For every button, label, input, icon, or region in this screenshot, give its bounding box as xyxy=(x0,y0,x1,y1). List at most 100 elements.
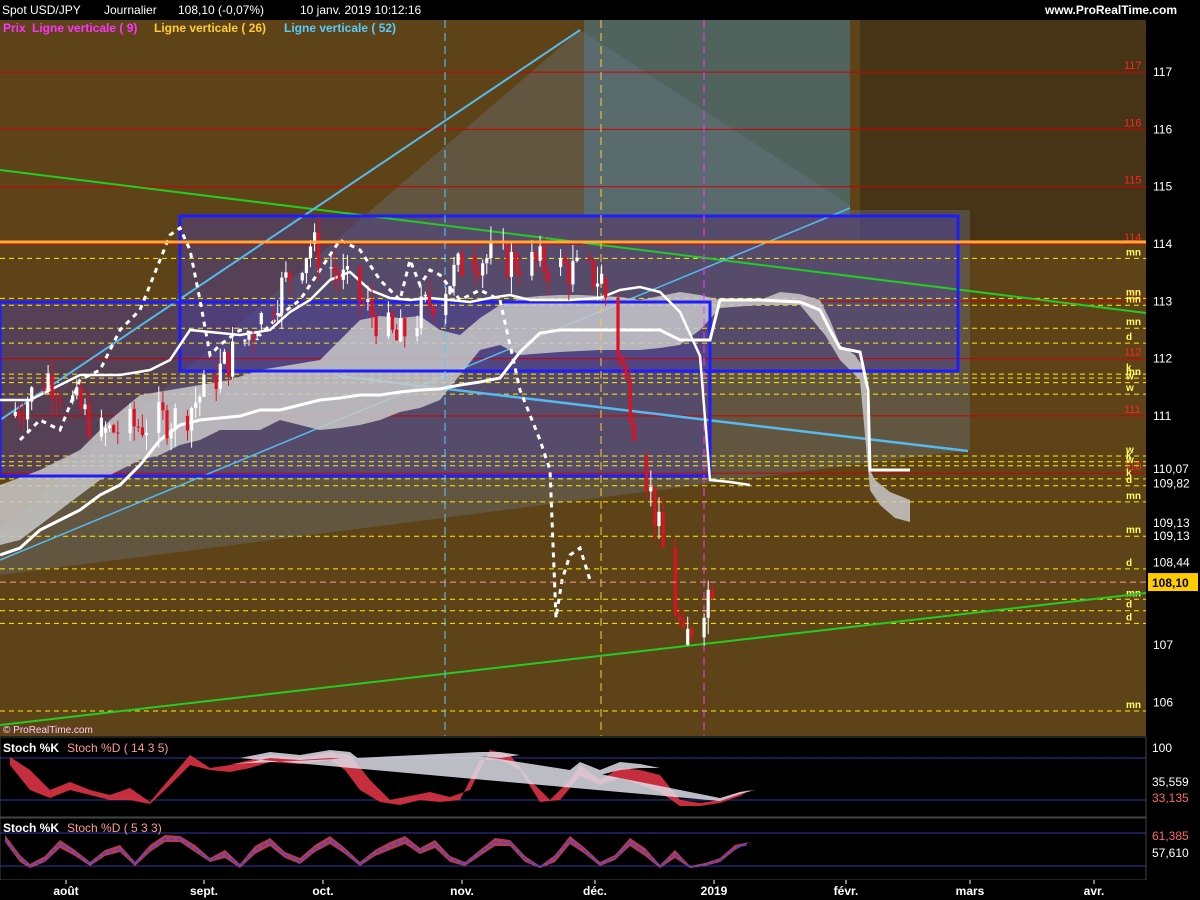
stoch1-tick-100: 100 xyxy=(1152,741,1172,755)
candle-body xyxy=(542,246,546,272)
candle-body xyxy=(259,313,263,325)
stoch1-title: Stoch %K xyxy=(3,741,59,755)
candle-body xyxy=(505,241,509,277)
price-tick-label: 116 xyxy=(1153,122,1172,136)
candle-body xyxy=(99,417,103,437)
candle-body xyxy=(452,264,456,287)
price-tick-label: 112 xyxy=(1153,352,1172,366)
candle-body xyxy=(366,298,370,303)
candle-body xyxy=(218,363,222,390)
candle-body xyxy=(103,428,108,434)
price-tick-label: 113 xyxy=(1153,294,1172,308)
last-price-tag-text: 108,10 xyxy=(1152,576,1189,590)
candle-body xyxy=(87,404,91,437)
candle-body xyxy=(173,408,177,430)
yellow-level-label: w xyxy=(1125,455,1134,466)
candle-body xyxy=(284,272,288,278)
yellow-level-label: mn xyxy=(1126,525,1141,536)
price-tick-label: 111 xyxy=(1153,409,1172,423)
price-tick-label: 115 xyxy=(1153,180,1172,194)
candle-body xyxy=(304,258,308,274)
red-level-label: 115 xyxy=(1124,175,1142,187)
candle-body xyxy=(472,255,477,271)
candle-body xyxy=(136,426,140,428)
candle-body xyxy=(190,408,194,431)
candle-body xyxy=(157,402,161,433)
candle-body xyxy=(460,253,464,277)
candle-body xyxy=(333,267,337,274)
yellow-level-label: w xyxy=(1125,383,1134,394)
chart-canvas[interactable]: 117116115114113112111110mnmnmnmndkmnwwwk… xyxy=(0,0,1200,900)
stoch1-value-k: 35,559 xyxy=(1152,775,1189,789)
candle-body xyxy=(649,486,653,492)
candle-body xyxy=(161,402,165,411)
legend-item-3[interactable]: Ligne verticale ( 52) xyxy=(284,21,396,35)
candle-body xyxy=(288,272,292,281)
candle-body xyxy=(214,374,218,390)
candle-body xyxy=(317,232,321,269)
candle-body xyxy=(419,296,423,329)
stoch2-title: Stoch %K xyxy=(3,821,59,835)
price-tick-label: 117 xyxy=(1153,65,1172,79)
candle-body xyxy=(46,373,50,391)
time-tick-label: sept. xyxy=(190,884,218,898)
candle-body xyxy=(423,294,427,297)
yellow-level-label: mn xyxy=(1126,317,1141,328)
time-tick-label: mars xyxy=(956,884,985,898)
candle-body xyxy=(144,432,149,436)
time-tick-label: déc. xyxy=(583,884,607,898)
candle-body xyxy=(444,294,448,316)
candle-body xyxy=(185,415,190,431)
candle-body xyxy=(165,410,169,439)
candle-body xyxy=(485,257,489,264)
candle-body xyxy=(21,417,26,420)
price-tick-label: 109,13 xyxy=(1153,516,1190,530)
candle-body xyxy=(661,511,665,548)
candle-body xyxy=(673,547,677,615)
candle-body xyxy=(702,617,706,638)
stoch2-value-k: 61,385 xyxy=(1152,829,1189,843)
candle-body xyxy=(132,408,136,427)
candle-body xyxy=(481,263,485,276)
legend-item-0[interactable]: Prix xyxy=(3,21,26,35)
candle-body xyxy=(403,318,407,337)
candle-body xyxy=(276,313,280,316)
stoch2-value-d: 57,610 xyxy=(1152,846,1189,860)
candle-body xyxy=(682,620,686,628)
candle-body xyxy=(345,266,349,270)
candle-body xyxy=(226,351,231,377)
legend-item-1[interactable]: Ligne verticale ( 9) xyxy=(32,21,137,35)
legend-item-2[interactable]: Ligne verticale ( 26) xyxy=(154,21,266,35)
candle-body xyxy=(42,387,46,391)
yellow-level-label: d xyxy=(1126,558,1132,569)
candle-body xyxy=(456,253,460,265)
candle-body xyxy=(509,251,513,277)
price-tick-label: 106 xyxy=(1153,695,1173,709)
candle-body xyxy=(374,315,378,337)
candle-body xyxy=(706,589,710,618)
candle-body xyxy=(75,387,79,396)
candle-body xyxy=(112,425,116,433)
time-tick-label: août xyxy=(53,884,78,898)
candle-body xyxy=(83,404,87,410)
candle-body xyxy=(600,273,604,284)
candle-body xyxy=(620,357,624,365)
candle-body xyxy=(686,628,690,646)
candle-body xyxy=(546,271,550,281)
candle-body xyxy=(300,273,304,281)
candle-body xyxy=(247,334,251,340)
candle-body xyxy=(690,628,694,638)
candle-body xyxy=(567,264,571,285)
red-level-label: 111 xyxy=(1124,404,1141,416)
candle-body xyxy=(251,334,255,341)
red-level-label: 117 xyxy=(1124,60,1142,72)
candle-body xyxy=(337,273,341,280)
legend: Prix Ligne verticale ( 9) Ligne verticale … xyxy=(3,21,396,35)
yellow-level-label: mn xyxy=(1126,294,1141,305)
time-tick-label: nov. xyxy=(450,884,474,898)
price-tick-label: 108,44 xyxy=(1153,556,1190,570)
candle-body xyxy=(477,270,481,276)
candle-body xyxy=(255,338,259,341)
candle-body xyxy=(370,298,374,316)
price-tick-label: 109,82 xyxy=(1153,477,1190,491)
